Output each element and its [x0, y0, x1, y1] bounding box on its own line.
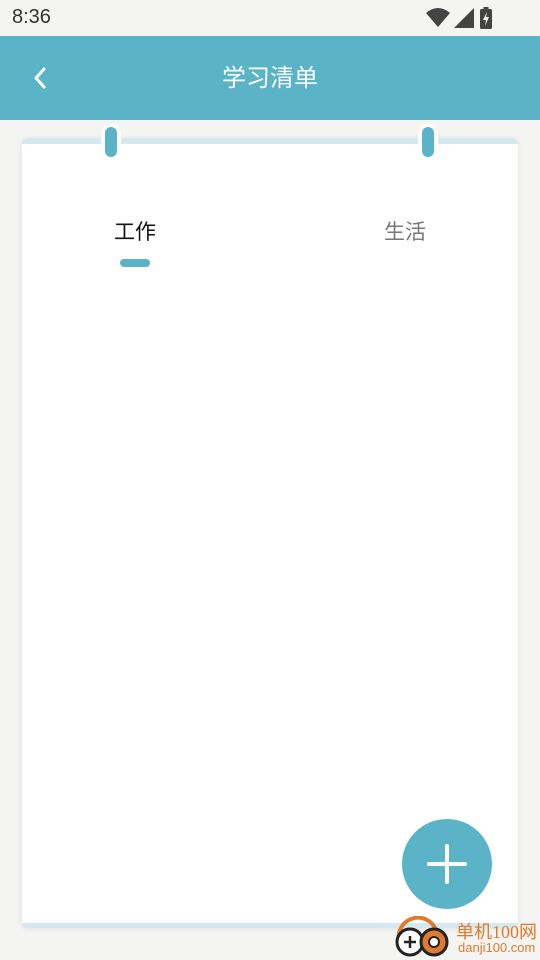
tab-selected-indicator: [120, 259, 150, 267]
notebook-card: 工作 生活: [22, 124, 518, 928]
tab-work[interactable]: 工作: [94, 218, 176, 258]
add-item-button[interactable]: [402, 819, 492, 909]
wifi-icon: [426, 8, 450, 27]
watermark-domain: danji100.com: [458, 940, 536, 955]
page-title: 学习清单: [222, 64, 318, 92]
status-icons: [426, 7, 498, 29]
status-bar: 8:36: [0, 0, 540, 36]
chevron-left-icon: [34, 67, 46, 89]
watermark: 单机100网 danji100.com: [390, 916, 540, 960]
app-bar: 学习清单: [0, 36, 540, 120]
watermark-logo-icon: [395, 916, 449, 957]
battery-charging-icon: [480, 7, 492, 29]
binder-ring-left: [101, 124, 121, 160]
card-top-band: [22, 138, 518, 144]
tab-life[interactable]: 生活: [364, 218, 446, 258]
binder-ring-right: [418, 124, 438, 160]
back-button[interactable]: [22, 58, 58, 98]
status-time: 8:36: [12, 6, 51, 28]
cell-signal-icon: [454, 8, 474, 28]
plus-icon: [427, 844, 467, 884]
